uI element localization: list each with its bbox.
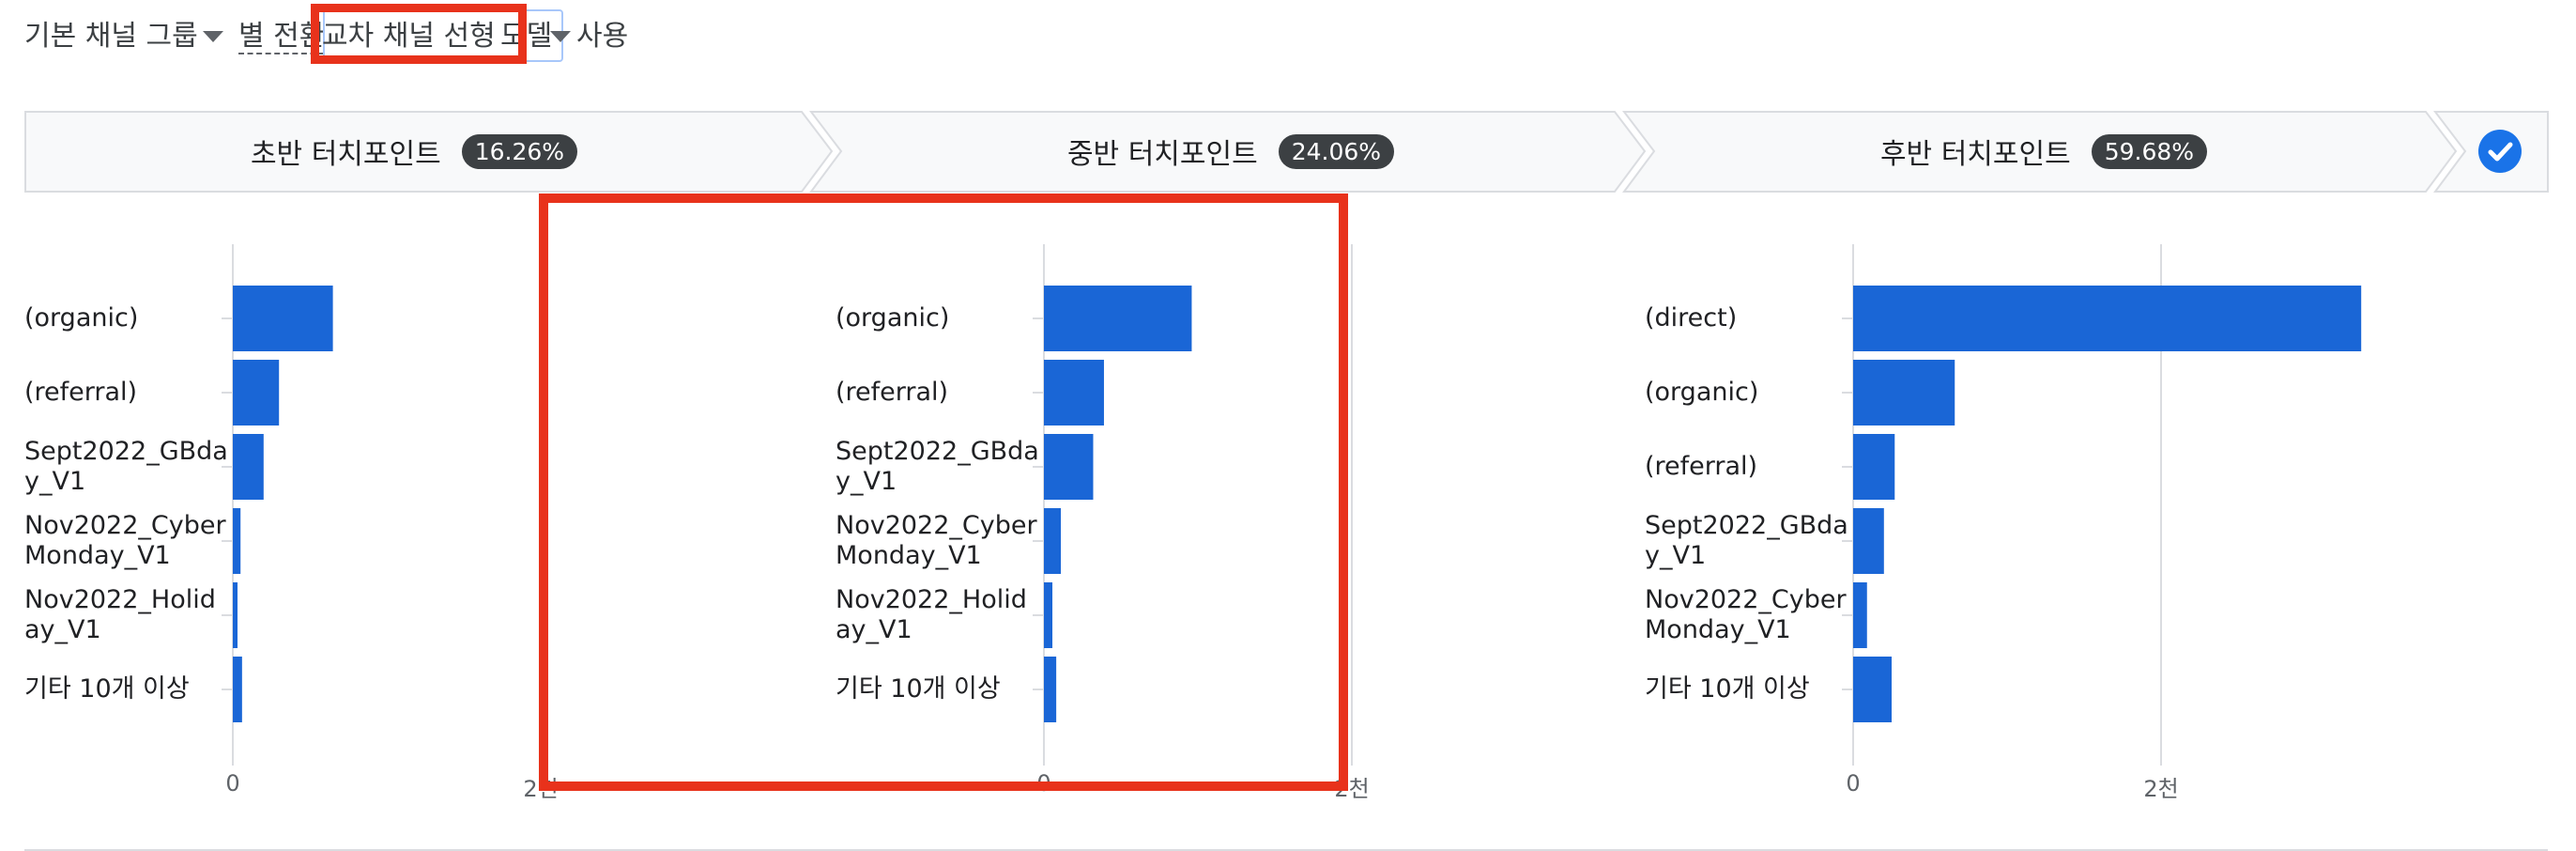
category-label: (direct) [1645,303,1738,333]
bar[interactable] [1853,508,1884,574]
check-circle-icon[interactable] [2478,130,2522,173]
x-tick-label: 2천 [2143,776,2179,802]
category-label: (organic) [24,303,139,333]
late-touchpoint-chart: 0 2천 (direct) (organic) (referral) Sept2022_G… [1645,235,2461,808]
category-label: (referral) [24,378,138,407]
bar[interactable] [233,434,264,500]
bar[interactable] [1853,434,1895,500]
x-tick-label: 0 [225,770,240,797]
step-middle-label: 중반 터치포인트 [1066,138,1258,171]
bar[interactable] [233,286,333,351]
bar[interactable] [1853,360,1955,426]
step-late-percent-badge: 59.68% [2091,133,2208,169]
category-label: Nov2022_CyberMonday_V1 [1645,585,1847,644]
step-late[interactable]: 후반 터치포인트 59.68% [1654,111,2433,192]
category-label: 기타 10개 이상 [1645,674,1810,704]
caret-down-icon[interactable] [203,31,223,42]
category-label: Sept2022_GBday_V1 [1645,511,1848,570]
step-late-label: 후반 터치포인트 [1879,138,2071,171]
step-early-percent-badge: 16.26% [461,133,578,169]
x-tick-label: 0 [1846,770,1861,797]
category-label: (organic) [1645,378,1759,407]
caret-down-icon[interactable] [550,31,571,42]
bar[interactable] [233,582,238,648]
use-label: 사용 [576,20,629,53]
channel-group-dropdown[interactable]: 기본 채널 그룹 [24,13,198,60]
middle-chart-highlight-box [539,193,1348,791]
bar[interactable] [1853,657,1892,722]
model-highlight-box [311,4,527,64]
bar[interactable] [233,360,280,426]
bar[interactable] [1853,582,1867,648]
step-early-label: 초반 터치포인트 [250,138,441,171]
category-label: (referral) [1645,452,1758,481]
step-middle-percent-badge: 24.06% [1278,133,1395,169]
step-early[interactable]: 초반 터치포인트 16.26% [24,111,804,192]
bar[interactable] [233,657,242,722]
category-label: Sept2022_GBday_V1 [24,437,228,496]
category-label: Nov2022_CyberMonday_V1 [24,511,226,570]
bar[interactable] [1853,286,2362,351]
bar[interactable] [233,508,241,574]
category-label: 기타 10개 이상 [24,674,190,704]
channel-group-label: 기본 채널 그룹 [24,20,198,53]
step-middle[interactable]: 중반 터치포인트 24.06% [841,111,1620,192]
category-label: Nov2022_Holiday_V1 [24,585,216,644]
